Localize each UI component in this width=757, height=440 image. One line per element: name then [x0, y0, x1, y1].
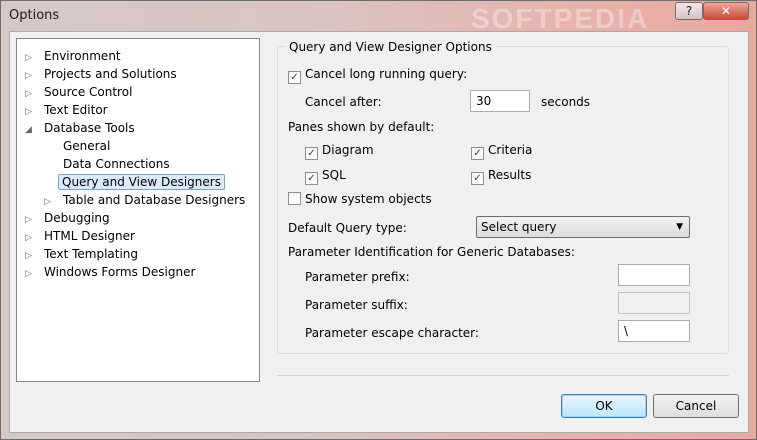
sql-checkbox[interactable]: ✓ SQL [305, 168, 346, 185]
tree-item-table-and-database-designers[interactable]: ▷ Table and Database Designers [44, 191, 250, 209]
chevron-down-icon[interactable]: ▼ [676, 219, 683, 235]
ok-button[interactable]: OK [561, 394, 647, 418]
param-prefix-input[interactable] [618, 264, 690, 286]
diagram-checkbox[interactable]: ✓ Diagram [305, 143, 374, 160]
tree-item-text-editor[interactable]: ▷ Text Editor [25, 101, 113, 119]
tree-item-environment[interactable]: ▷ Environment [25, 47, 126, 65]
title-bar[interactable]: Options SOFTPEDIA ? ✕ [1, 1, 756, 34]
tree-item-windows-forms-designer[interactable]: ▷ Windows Forms Designer [25, 263, 200, 281]
checkbox-check-icon[interactable]: ✓ [471, 172, 484, 185]
options-window: Options SOFTPEDIA ? ✕ ▷ Environment ▷ Proj… [0, 0, 757, 440]
cancel-after-input[interactable]: 30 [470, 90, 530, 112]
collapse-arrow-icon[interactable]: ◢ [25, 121, 39, 139]
param-escape-input[interactable]: \ [618, 320, 690, 342]
divider [277, 375, 729, 376]
show-system-objects-checkbox[interactable]: Show system objects [288, 192, 432, 206]
dialog-client-area: ▷ Environment ▷ Projects and Solutions ▷ So… [9, 31, 749, 433]
tree-item-debugging[interactable]: ▷ Debugging [25, 209, 115, 227]
tree-item-projects-and-solutions[interactable]: ▷ Projects and Solutions [25, 65, 182, 83]
category-tree[interactable]: ▷ Environment ▷ Projects and Solutions ▷ So… [16, 38, 260, 382]
param-prefix-label: Parameter prefix: [305, 270, 410, 284]
results-checkbox[interactable]: ✓ Results [471, 168, 531, 185]
tree-item-general[interactable]: General [44, 137, 115, 155]
param-escape-label: Parameter escape character: [305, 326, 479, 340]
checkbox-check-icon[interactable]: ✓ [305, 172, 318, 185]
checkbox-check-icon[interactable]: ✓ [305, 147, 318, 160]
checkbox-check-icon[interactable]: ✓ [288, 71, 301, 84]
tree-item-html-designer[interactable]: ▷ HTML Designer [25, 227, 140, 245]
seconds-label: seconds [541, 95, 591, 109]
checkbox-check-icon[interactable] [288, 192, 301, 205]
cancel-button[interactable]: Cancel [653, 394, 739, 418]
group-title: Query and View Designer Options [285, 40, 496, 54]
panes-label: Panes shown by default: [288, 120, 435, 134]
tree-item-query-and-view-designers[interactable]: Query and View Designers [44, 173, 225, 191]
tree-item-database-tools[interactable]: ◢ Database Tools [25, 119, 140, 137]
query-type-select[interactable]: Select query ▼ [476, 216, 690, 238]
window-title: Options [9, 8, 60, 23]
tree-item-data-connections[interactable]: Data Connections [44, 155, 175, 173]
tree-item-text-templating[interactable]: ▷ Text Templating [25, 245, 143, 263]
checkbox-check-icon[interactable]: ✓ [471, 147, 484, 160]
cancel-long-query-checkbox[interactable]: ✓ Cancel long running query: [288, 67, 467, 84]
help-button[interactable]: ? [675, 2, 703, 20]
query-type-label: Default Query type: [288, 221, 407, 235]
cancel-after-label: Cancel after: [305, 95, 382, 109]
param-id-label: Parameter Identification for Generic Dat… [288, 245, 575, 259]
param-suffix-label: Parameter suffix: [305, 298, 408, 312]
tree-item-source-control[interactable]: ▷ Source Control [25, 83, 137, 101]
criteria-checkbox[interactable]: ✓ Criteria [471, 143, 532, 160]
param-suffix-input[interactable] [618, 292, 690, 314]
expand-arrow-icon[interactable]: ▷ [25, 265, 39, 283]
close-button[interactable]: ✕ [703, 2, 749, 20]
